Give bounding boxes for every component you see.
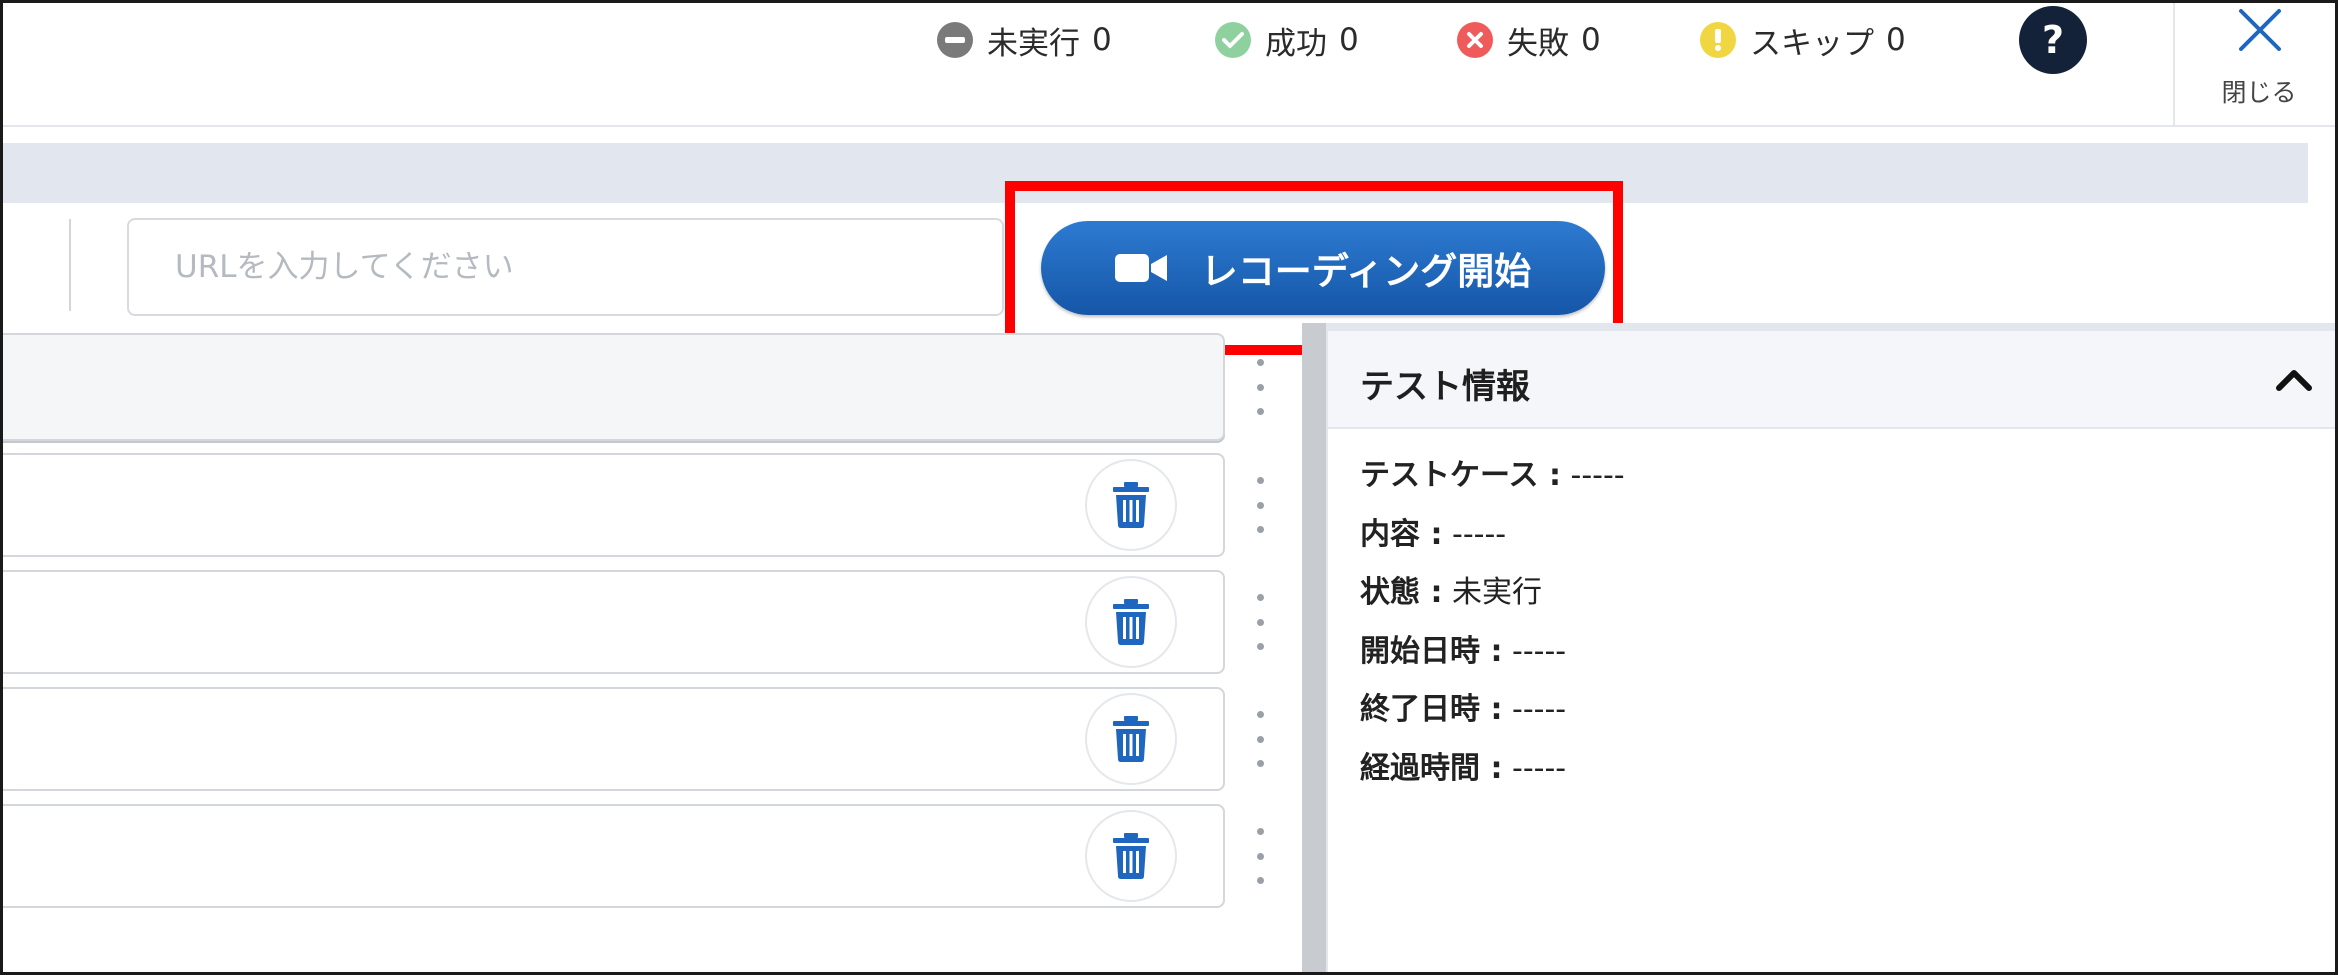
status-bar: 未実行 0 成功 0 失敗 0 スキップ 0 ? 閉じる xyxy=(3,3,2335,127)
trash-icon xyxy=(1113,716,1149,762)
step-row[interactable] xyxy=(3,804,1225,908)
trash-icon xyxy=(1113,833,1149,879)
test-info-title: テスト情報 xyxy=(1360,367,1530,407)
step-menu-icon[interactable] xyxy=(1255,594,1265,650)
step-row[interactable] xyxy=(3,687,1225,791)
url-input[interactable] xyxy=(127,218,1004,316)
start-recording-label: レコーディング開始 xyxy=(1200,250,1532,293)
delete-step-button[interactable] xyxy=(1085,576,1177,668)
status-skip-count: 0 xyxy=(1886,22,1906,58)
status-pending-count: 0 xyxy=(1092,22,1112,58)
start-recording-button[interactable]: レコーディング開始 xyxy=(1041,221,1605,315)
toolbar-divider xyxy=(69,219,71,311)
panel-splitter-handle[interactable] xyxy=(1302,323,1326,972)
header-menu-icon[interactable] xyxy=(1255,359,1265,415)
step-menu-icon[interactable] xyxy=(1255,477,1265,533)
panel-top-strip xyxy=(1328,323,2335,331)
status-pending-label: 未実行 xyxy=(987,25,1080,62)
trash-icon xyxy=(1113,599,1149,645)
help-button[interactable]: ? xyxy=(2019,6,2087,74)
step-row[interactable] xyxy=(3,570,1225,674)
step-list-header xyxy=(3,333,1225,441)
status-success: 成功 0 xyxy=(1215,19,1359,62)
status-fail: 失敗 0 xyxy=(1457,19,1601,62)
step-menu-icon[interactable] xyxy=(1255,828,1265,884)
status-skip: スキップ 0 xyxy=(1700,19,1906,62)
delete-step-button[interactable] xyxy=(1085,693,1177,785)
info-field-end-time: 終了日時 : ----- xyxy=(1360,692,1567,727)
info-field-status: 状態 : 未実行 xyxy=(1360,575,1542,610)
step-menu-icon[interactable] xyxy=(1255,711,1265,767)
check-circle-icon xyxy=(1215,22,1251,58)
x-circle-icon xyxy=(1457,22,1493,58)
status-success-label: 成功 xyxy=(1265,25,1327,62)
status-fail-count: 0 xyxy=(1581,22,1601,58)
status-success-count: 0 xyxy=(1339,22,1359,58)
status-pending: 未実行 0 xyxy=(937,19,1112,62)
status-fail-label: 失敗 xyxy=(1507,25,1569,62)
info-field-content: 内容 : ----- xyxy=(1360,516,1507,552)
info-field-testcase: テストケース : ----- xyxy=(1360,458,1625,493)
minus-circle-icon xyxy=(937,22,973,58)
test-info-panel: テスト情報 テストケース : ----- 内容 : ----- 状態 : 未実行… xyxy=(1328,323,2335,972)
close-label: 閉じる xyxy=(2221,78,2297,107)
step-row[interactable] xyxy=(3,453,1225,557)
info-field-start-time: 開始日時 : ----- xyxy=(1360,633,1567,669)
exclamation-circle-icon xyxy=(1700,22,1736,58)
chevron-up-icon[interactable] xyxy=(2274,365,2314,393)
delete-step-button[interactable] xyxy=(1085,459,1177,551)
status-skip-label: スキップ xyxy=(1750,25,1874,62)
video-camera-icon xyxy=(1114,251,1167,285)
close-button[interactable]: 閉じる xyxy=(2173,3,2335,127)
trash-icon xyxy=(1113,482,1149,528)
delete-step-button[interactable] xyxy=(1085,810,1177,902)
app-window: 未実行 0 成功 0 失敗 0 スキップ 0 ? 閉じる URLを入力してくださ… xyxy=(0,0,2338,975)
test-info-header[interactable]: テスト情報 xyxy=(1328,331,2335,429)
test-info-fields: テストケース : ----- 内容 : ----- 状態 : 未実行 開始日時 … xyxy=(1360,447,1625,798)
close-icon xyxy=(2239,9,2281,51)
info-field-elapsed-time: 経過時間 : ----- xyxy=(1360,750,1567,786)
